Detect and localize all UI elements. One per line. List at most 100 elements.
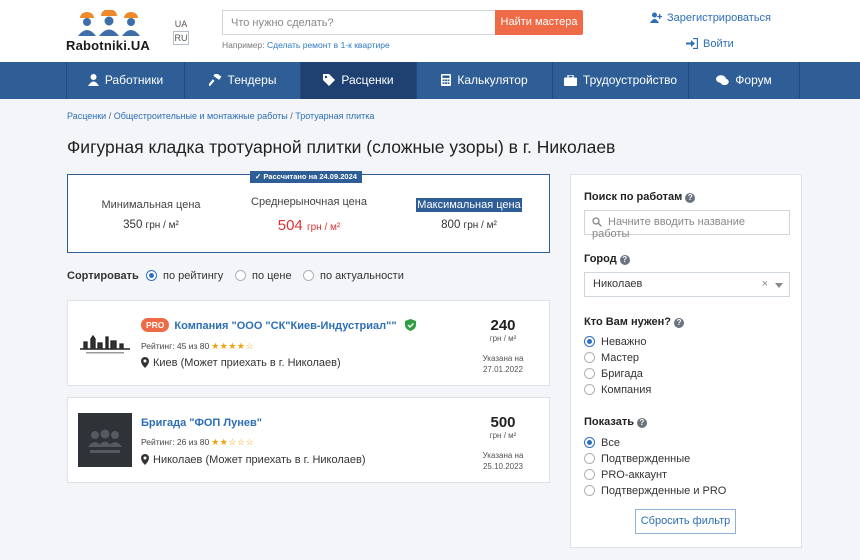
- register-link[interactable]: Зарегистрироваться: [650, 12, 771, 24]
- search-hint-prefix: Например:: [222, 40, 265, 50]
- rating-stars: ★★☆☆☆: [211, 437, 255, 447]
- nav-item-tenders[interactable]: Тендеры: [184, 62, 300, 99]
- radio-icon: [235, 270, 246, 281]
- show-option[interactable]: Подтвержденные и PRO: [584, 485, 726, 497]
- brigade-avatar: [78, 413, 132, 467]
- show-option[interactable]: Все: [584, 437, 620, 449]
- briefcase-icon: [563, 74, 577, 86]
- sidebar-section-title: Поиск по работам: [584, 191, 683, 203]
- help-icon[interactable]: ?: [636, 418, 647, 428]
- price-unit: грн / м²: [489, 431, 517, 440]
- lang-ua[interactable]: UA: [175, 19, 188, 29]
- listing-name[interactable]: PRO Компания "ООО "СК"Киев-Индустриал"": [141, 318, 416, 332]
- show-title: Показать?: [584, 416, 647, 428]
- listing-rating: Рейтинг: 45 из 80 ★★★★☆: [141, 341, 254, 352]
- breadcrumb-item[interactable]: Общестроительные и монтажные работы: [114, 111, 288, 121]
- who-needed-title: Кто Вам нужен??: [584, 316, 685, 328]
- sort-by-price[interactable]: по цене: [235, 270, 292, 282]
- who-option-label: Бригада: [601, 368, 643, 380]
- price-unit: грн / м²: [463, 220, 497, 231]
- max-price: Максимальная цена 800 грн / м²: [390, 175, 548, 254]
- city-select-value: Николаев: [593, 278, 643, 290]
- max-price-label: Максимальная цена: [416, 198, 522, 212]
- show-option[interactable]: PRO-аккаунт: [584, 469, 667, 481]
- radio-icon: [303, 270, 314, 281]
- nav-item-prices[interactable]: Расценки: [300, 62, 416, 99]
- sort-title: Сортировать: [67, 270, 139, 282]
- workers-logo-icon: [78, 10, 140, 36]
- worker-icon: [87, 74, 99, 86]
- price-unit: грн / м²: [306, 222, 341, 233]
- sort-by-relevance[interactable]: по актуальности: [303, 270, 404, 282]
- hammer-icon: [207, 72, 221, 87]
- rating-stars: ★★★★☆: [211, 341, 255, 351]
- logo[interactable]: Rabotniki.UA: [66, 10, 152, 54]
- price-summary: ✓ Рассчитано на 24.09.2024 Минимальная ц…: [67, 171, 550, 254]
- nav-label: Расценки: [341, 73, 394, 87]
- nav-item-workers[interactable]: Работники: [66, 62, 184, 99]
- radio-icon: [584, 469, 595, 480]
- radio-icon: [584, 368, 595, 379]
- min-price: Минимальная цена 350 грн / м²: [68, 175, 234, 254]
- search-works-title: Поиск по работам?: [584, 191, 696, 203]
- city-select[interactable]: Николаев ×: [584, 272, 790, 297]
- search-input[interactable]: Что нужно сделать?: [222, 10, 495, 35]
- pro-badge: PRO: [141, 318, 170, 332]
- nav-label: Форум: [735, 73, 772, 87]
- listing-name[interactable]: Бригада "ФОП Лунев": [141, 417, 262, 429]
- show-option-label: PRO-аккаунт: [601, 469, 668, 481]
- show-option-label: Все: [601, 437, 620, 449]
- sign-in-icon: [686, 37, 699, 50]
- sort-option-label: по рейтингу: [163, 270, 224, 282]
- help-icon[interactable]: ?: [674, 318, 685, 328]
- nav-item-calculator[interactable]: Калькулятор: [416, 62, 552, 99]
- who-option[interactable]: Бригада: [584, 368, 643, 380]
- find-master-button[interactable]: Найти мастера: [495, 10, 583, 35]
- help-icon[interactable]: ?: [619, 255, 630, 265]
- clear-icon[interactable]: ×: [762, 278, 768, 290]
- breadcrumb-item[interactable]: Тротуарная плитка: [295, 111, 374, 121]
- company-logo: [78, 329, 132, 357]
- calculator-icon: [441, 74, 452, 86]
- price-date: Указана на 27.01.2022: [473, 353, 533, 375]
- nav-item-employment[interactable]: Трудоустройство: [552, 62, 688, 99]
- nav-item-forum[interactable]: Форум: [688, 62, 800, 99]
- price-value: 500: [490, 414, 516, 431]
- who-option[interactable]: Неважно: [584, 336, 646, 348]
- register-label: Зарегистрироваться: [667, 12, 772, 24]
- sort-by-rating[interactable]: по рейтингу: [146, 270, 223, 282]
- login-link[interactable]: Войти: [686, 37, 734, 50]
- price-value: 240: [490, 317, 516, 334]
- header: Rabotniki.UA UA RU Что нужно сделать? На…: [0, 0, 860, 62]
- min-price-label: Минимальная цена: [101, 199, 201, 211]
- who-option-label: Компания: [601, 384, 652, 396]
- sidebar-section-title: Показать: [584, 416, 634, 428]
- listing-rating: Рейтинг: 26 из 80 ★★☆☆☆: [141, 437, 254, 448]
- avg-price-label: Среднерыночная цена: [251, 196, 367, 208]
- map-marker-icon: [141, 454, 149, 465]
- sort-option-label: по актуальности: [320, 270, 404, 282]
- price-date-label: Указана на: [482, 451, 524, 460]
- min-price-value: 350: [123, 219, 143, 231]
- who-option[interactable]: Мастер: [584, 352, 639, 364]
- reset-filter-button[interactable]: Сбросить фильтр: [635, 509, 736, 534]
- search-hint-link[interactable]: Сделать ремонт в 1-к квартире: [267, 40, 390, 50]
- who-option[interactable]: Компания: [584, 384, 651, 396]
- city-text: Киев (Может приехать в г. Николаев): [153, 357, 341, 369]
- sidebar-section-title: Город: [584, 253, 617, 265]
- price-date-value: 25.10.2023: [482, 462, 524, 471]
- logo-text: Rabotniki.UA: [66, 38, 151, 53]
- help-icon[interactable]: ?: [685, 193, 696, 203]
- work-search-input[interactable]: Начните вводить название работы: [584, 210, 790, 240]
- breadcrumb-item[interactable]: Расценки: [67, 111, 106, 121]
- listing-card[interactable]: PRO Компания "ООО "СК"Киев-Индустриал"" Р…: [67, 300, 550, 386]
- listing-card[interactable]: Бригада "ФОП Лунев" Рейтинг: 26 из 80 ★★☆…: [67, 397, 550, 483]
- radio-icon: [584, 453, 595, 464]
- lang-ru[interactable]: RU: [173, 31, 189, 45]
- rating-text: Рейтинг: 26 из 80: [141, 437, 210, 447]
- show-option[interactable]: Подтвержденные: [584, 453, 690, 465]
- main-nav: Работники Тендеры Расценки Калькулятор Т…: [0, 62, 860, 99]
- sort-option-label: по цене: [252, 270, 292, 282]
- radio-icon: [584, 352, 595, 363]
- listing-city: Николаев (Может приехать в г. Николаев): [141, 454, 366, 466]
